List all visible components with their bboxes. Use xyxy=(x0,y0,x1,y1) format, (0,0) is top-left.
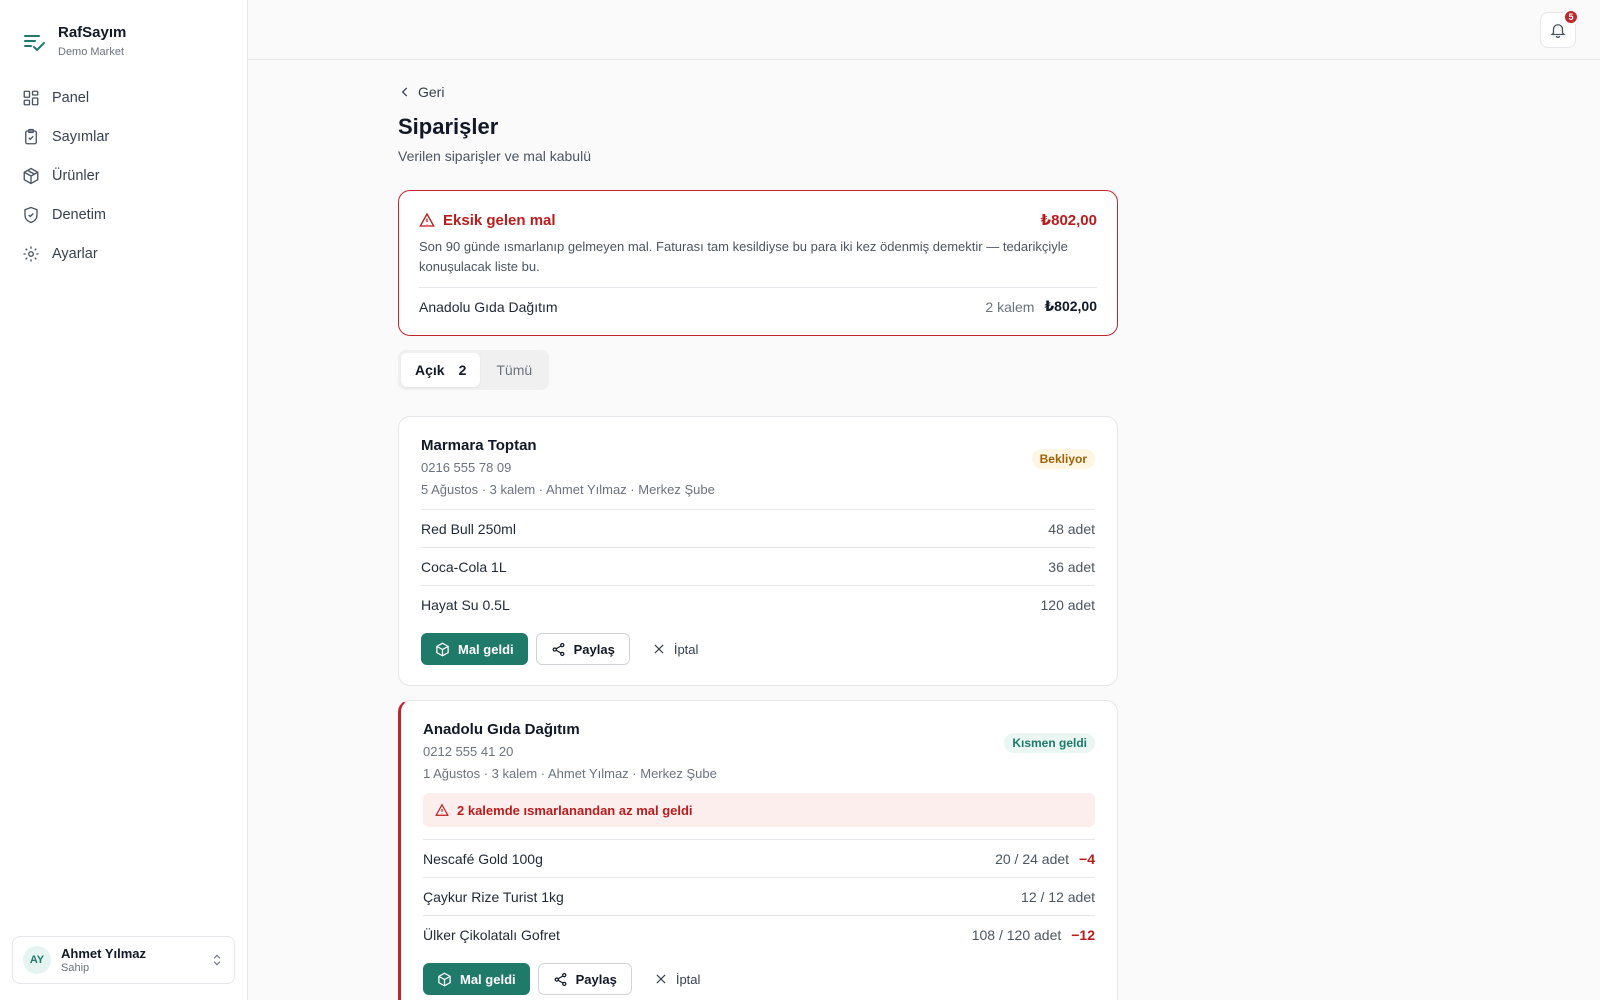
alert-supplier-row[interactable]: Anadolu Gıda Dağıtım 2 kalem ₺802,00 xyxy=(419,287,1097,315)
supplier-name: Anadolu Gıda Dağıtım xyxy=(423,721,580,738)
order-line: Ülker Çikolatalı Gofret 108 / 120 adet −12 xyxy=(423,915,1095,953)
sidebar-item-label: Sayımlar xyxy=(52,128,110,145)
tab-all[interactable]: Tümü xyxy=(482,353,546,387)
box-icon xyxy=(23,167,39,184)
chevron-left-icon xyxy=(401,87,408,97)
share-icon xyxy=(552,642,565,656)
sidebar: RafSayım Demo Market Panel Sayımlar Ürün… xyxy=(0,0,248,1000)
cancel-button[interactable]: İptal xyxy=(640,963,715,995)
sidebar-item-label: Panel xyxy=(52,89,90,106)
page-subtitle: Verilen siparişler ve mal kabulü xyxy=(398,148,591,164)
package-icon xyxy=(436,642,449,656)
page-title: Siparişler xyxy=(398,114,499,139)
supplier-phone: 0216 555 78 09 xyxy=(421,460,512,475)
order-line: Nescafé Gold 100g 20 / 24 adet −4 xyxy=(423,839,1095,877)
sidebar-item-ayarlar[interactable]: Ayarlar xyxy=(12,234,236,273)
shield-icon xyxy=(24,206,38,223)
sidebar-item-urunler[interactable]: Ürünler xyxy=(12,156,236,195)
order-line: Çaykur Rize Turist 1kg 12 / 12 adet xyxy=(423,877,1095,915)
status-badge: Bekliyor xyxy=(1031,449,1095,469)
topbar: 5 xyxy=(248,0,1600,60)
alert-total-amount: ₺802,00 xyxy=(1040,212,1097,229)
alert-item-count: 2 kalem xyxy=(985,298,1035,315)
order-filter-tabs: Açık 2 Tümü xyxy=(398,350,550,390)
sidebar-nav: Panel Sayımlar Ürünler Denetim Ayarlar xyxy=(12,78,236,273)
clipboard-icon xyxy=(25,128,37,144)
bell-icon xyxy=(1550,24,1566,39)
cancel-button[interactable]: İptal xyxy=(638,633,713,665)
shortage-diff: −4 xyxy=(1079,850,1095,867)
back-link[interactable]: Geri xyxy=(398,84,458,100)
user-menu[interactable]: AY Ahmet Yılmaz Sahip xyxy=(12,936,235,984)
main-content: Geri Siparişler Verilen siparişler ve ma… xyxy=(398,84,1118,1000)
tab-open[interactable]: Açık 2 xyxy=(401,353,481,387)
order-line: Coca-Cola 1L 36 adet xyxy=(421,547,1095,585)
gear-icon xyxy=(23,246,39,261)
user-role: Sahip xyxy=(61,962,90,974)
status-badge: Kısmen geldi xyxy=(1004,733,1095,753)
missing-goods-alert: Eksik gelen mal ₺802,00 Son 90 günde ısm… xyxy=(398,190,1118,336)
user-name: Ahmet Yılmaz xyxy=(61,946,147,961)
shortage-warning: 2 kalemde ısmarlanandan az mal geldi xyxy=(423,793,1095,827)
shortage-diff: −12 xyxy=(1071,926,1095,943)
sidebar-item-label: Denetim xyxy=(52,206,106,223)
sidebar-item-label: Ürünler xyxy=(52,167,100,184)
alert-description: Son 90 günde ısmarlanıp gelmeyen mal. Fa… xyxy=(419,239,1068,274)
order-line: Hayat Su 0.5L 120 adet xyxy=(421,585,1095,623)
back-label: Geri xyxy=(418,84,445,100)
notifications-button[interactable]: 5 xyxy=(1540,9,1579,48)
sidebar-item-denetim[interactable]: Denetim xyxy=(12,195,236,234)
brand[interactable]: RafSayım Demo Market xyxy=(22,24,126,58)
warning-icon xyxy=(419,212,435,227)
order-card: Anadolu Gıda Dağıtım 0212 555 41 20 1 Ağ… xyxy=(398,700,1118,1000)
share-icon xyxy=(554,972,567,986)
notification-count-badge: 5 xyxy=(1563,9,1579,25)
sidebar-item-sayimlar[interactable]: Sayımlar xyxy=(12,117,236,156)
sidebar-item-label: Ayarlar xyxy=(52,245,98,262)
alert-row-amount: ₺802,00 xyxy=(1044,298,1097,314)
package-icon xyxy=(438,972,451,986)
order-card: Marmara Toptan 0216 555 78 09 5 Ağustos … xyxy=(398,416,1118,686)
order-line: Red Bull 250ml 48 adet xyxy=(421,509,1095,547)
chevron-up-down-icon xyxy=(213,954,221,966)
goods-received-button[interactable]: Mal geldi xyxy=(421,633,528,665)
sidebar-item-panel[interactable]: Panel xyxy=(12,78,236,117)
alert-supplier-name: Anadolu Gıda Dağıtım xyxy=(419,298,558,315)
share-button[interactable]: Paylaş xyxy=(535,633,630,665)
grid-icon xyxy=(23,90,39,105)
alert-title: Eksik gelen mal xyxy=(419,212,556,229)
brand-subtitle: Demo Market xyxy=(58,46,125,58)
supplier-phone: 0212 555 41 20 xyxy=(423,744,514,759)
logo-icon xyxy=(24,35,45,52)
warning-icon xyxy=(435,803,449,816)
share-button[interactable]: Paylaş xyxy=(537,963,632,995)
supplier-name: Marmara Toptan xyxy=(421,437,537,454)
close-icon xyxy=(654,644,664,654)
order-meta: 1 Ağustos · 3 kalem · Ahmet Yılmaz · Mer… xyxy=(423,766,717,781)
brand-name: RafSayım xyxy=(58,24,127,41)
goods-received-button[interactable]: Mal geldi xyxy=(423,963,530,995)
avatar: AY xyxy=(23,946,51,974)
order-meta: 5 Ağustos · 3 kalem · Ahmet Yılmaz · Mer… xyxy=(421,482,715,497)
tab-count: 2 xyxy=(458,362,467,378)
close-icon xyxy=(656,974,666,984)
